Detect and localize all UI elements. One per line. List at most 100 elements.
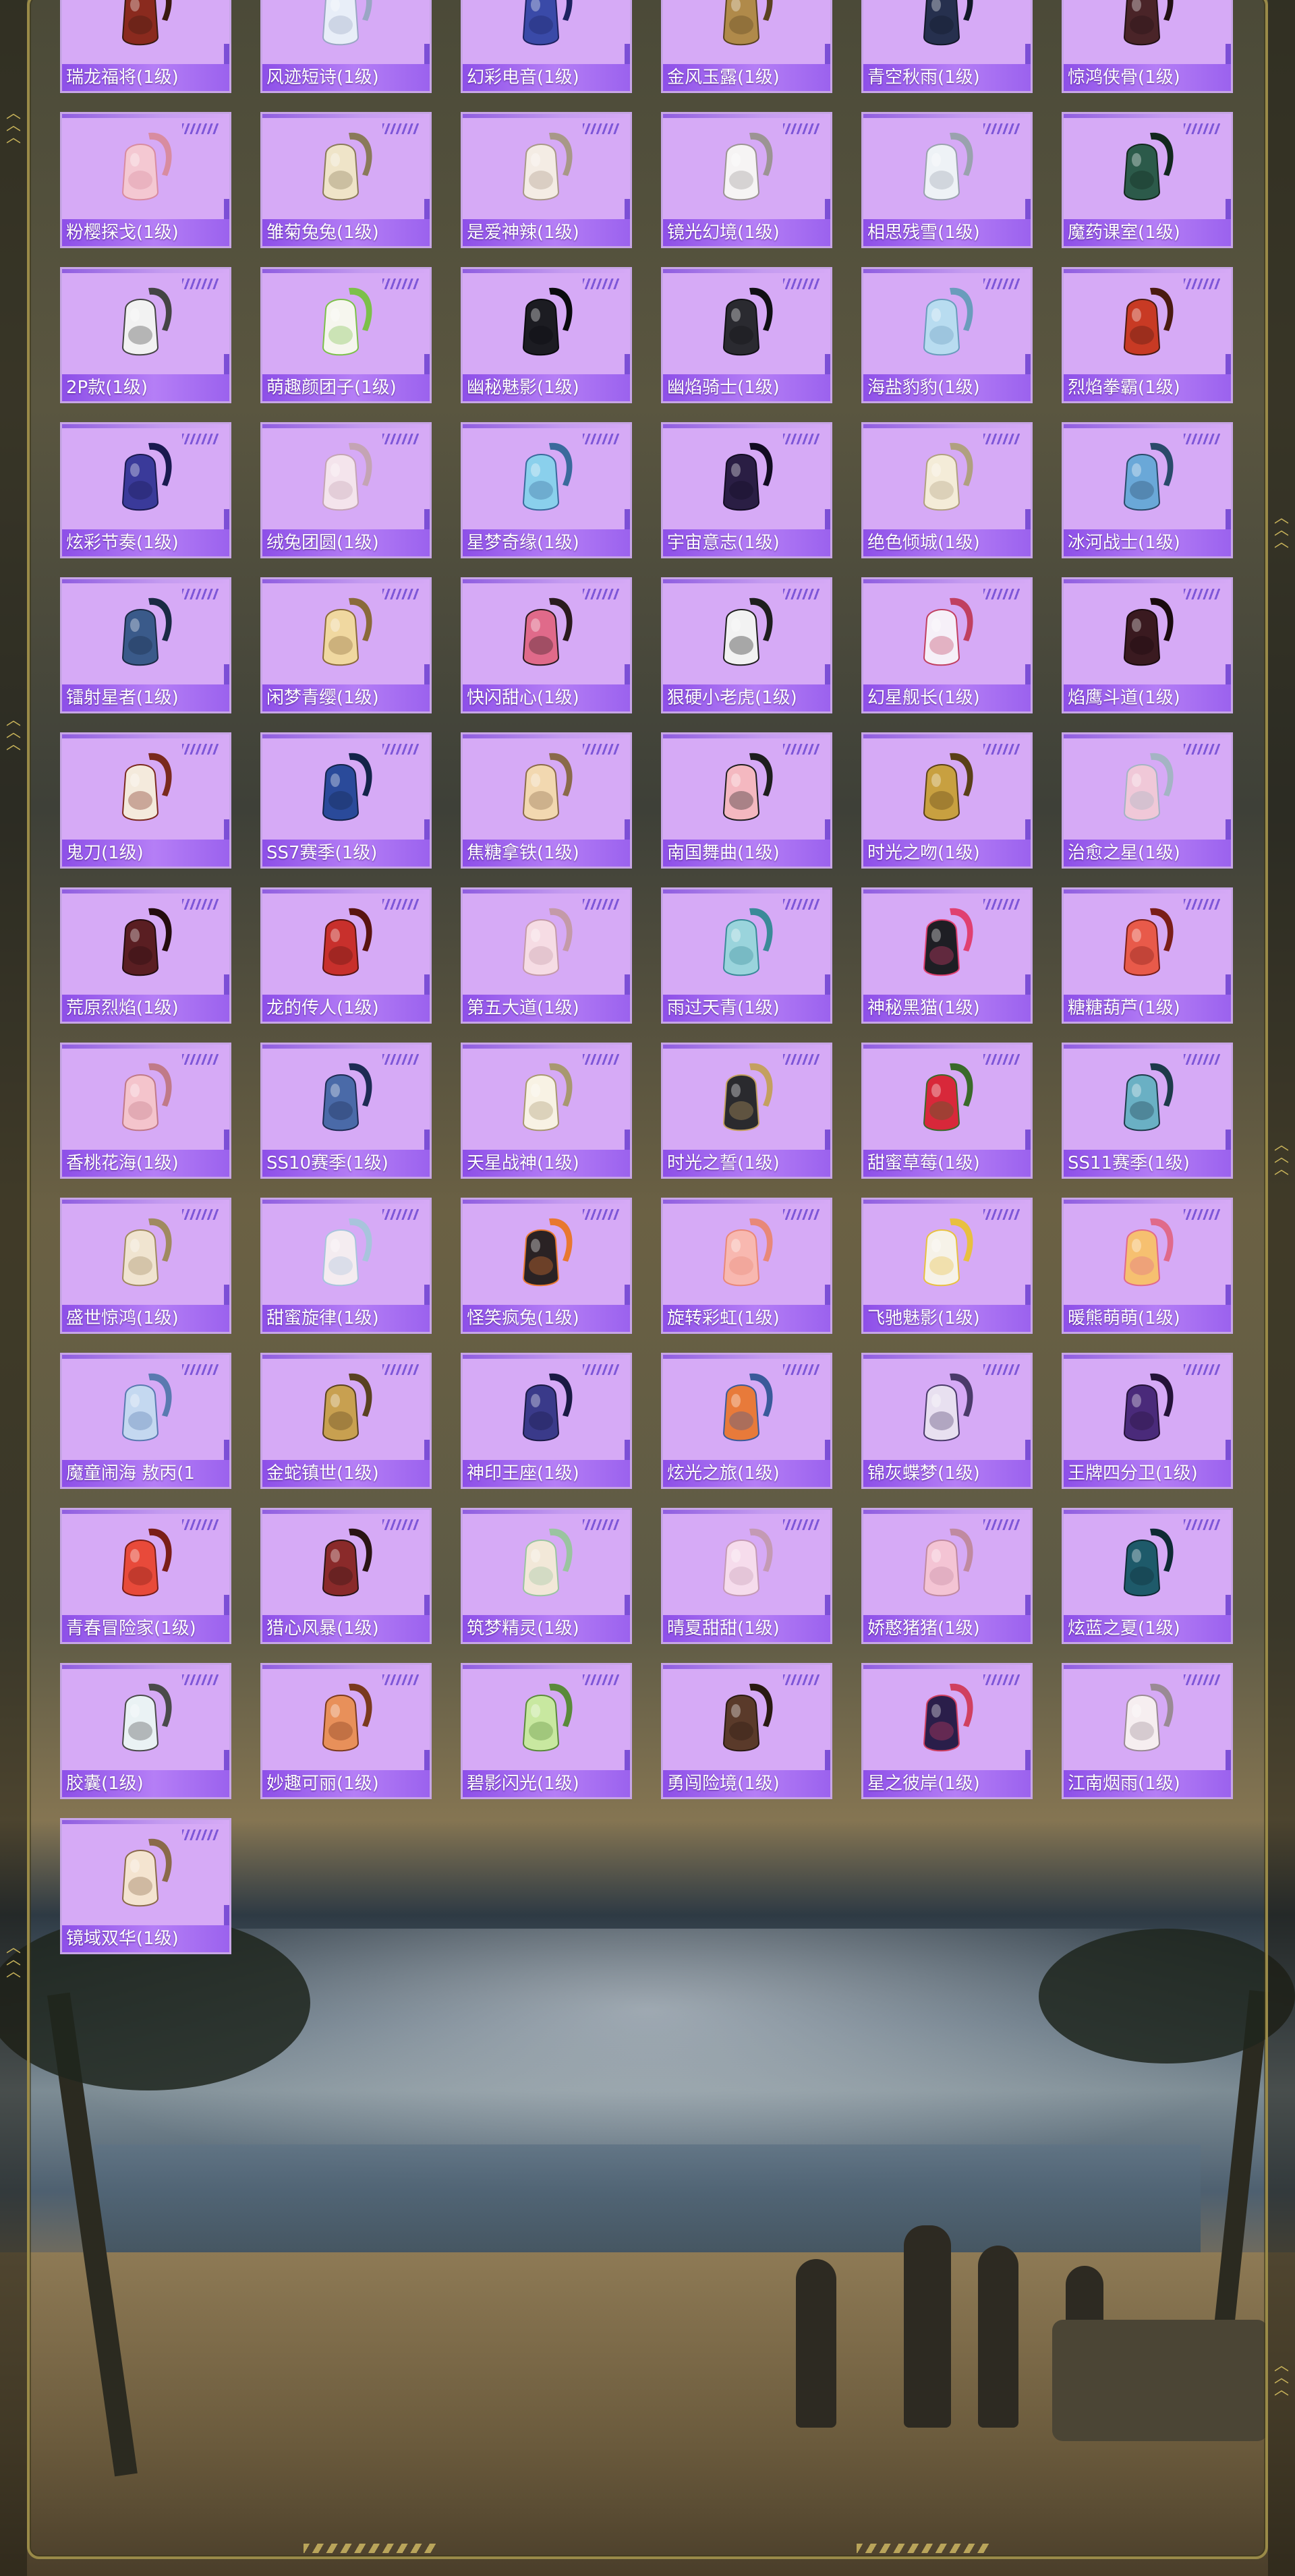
backpack-name: 江南烟雨(1级) <box>1064 1770 1231 1797</box>
backpack-card[interactable]: 青空秋雨(1级) <box>861 0 1033 93</box>
backpack-name: 狠硬小老虎(1级) <box>663 684 830 711</box>
backpack-card[interactable]: 甜蜜草莓(1级) <box>861 1043 1033 1179</box>
backpack-card[interactable]: 胶囊(1级) <box>60 1663 231 1799</box>
backpack-card[interactable]: 风迹短诗(1级) <box>260 0 432 93</box>
backpack-card[interactable]: 萌趣颜团子(1级) <box>260 267 432 403</box>
backpack-icon <box>322 1373 372 1442</box>
backpack-card[interactable]: 糖糖葫芦(1级) <box>1062 887 1233 1024</box>
backpack-card[interactable]: 暖熊萌萌(1级) <box>1062 1198 1233 1334</box>
backpack-card[interactable]: 焦糖拿铁(1级) <box>461 732 632 869</box>
backpack-card[interactable]: 时光之誓(1级) <box>661 1043 832 1179</box>
card-corner-accent <box>224 1750 229 1770</box>
backpack-card[interactable]: 粉樱探戈(1级) <box>60 112 231 248</box>
backpack-icon <box>322 287 372 356</box>
backpack-card[interactable]: 雨过天青(1级) <box>661 887 832 1024</box>
backpack-card[interactable]: 龙的传人(1级) <box>260 887 432 1024</box>
backpack-name: 甜蜜草莓(1级) <box>863 1150 1031 1177</box>
backpack-name: 镜光幻境(1级) <box>663 219 830 246</box>
backpack-card[interactable]: 魔童闹海 敖丙(1 <box>60 1353 231 1489</box>
backpack-card[interactable]: 天星战神(1级) <box>461 1043 632 1179</box>
backpack-card[interactable]: 相思残雪(1级) <box>861 112 1033 248</box>
backpack-card[interactable]: 幽秘魅影(1级) <box>461 267 632 403</box>
backpack-card[interactable]: 旋转彩虹(1级) <box>661 1198 832 1334</box>
backpack-card[interactable]: 海盐豹豹(1级) <box>861 267 1033 403</box>
backpack-card[interactable]: 娇憨猪猪(1级) <box>861 1508 1033 1644</box>
backpack-card[interactable]: 雏菊兔兔(1级) <box>260 112 432 248</box>
backpack-card[interactable]: 瑞龙福将(1级) <box>60 0 231 93</box>
backpack-card[interactable]: 镭射星者(1级) <box>60 577 231 713</box>
backpack-card[interactable]: 焰鹰斗道(1级) <box>1062 577 1233 713</box>
backpack-card[interactable]: SS10赛季(1级) <box>260 1043 432 1179</box>
backpack-card[interactable]: 碧影闪光(1级) <box>461 1663 632 1799</box>
backpack-card[interactable]: 惊鸿侠骨(1级) <box>1062 0 1233 93</box>
backpack-card[interactable]: 镜域双华(1级) <box>60 1818 231 1954</box>
backpack-card[interactable]: 江南烟雨(1级) <box>1062 1663 1233 1799</box>
card-stripe-decoration <box>983 589 1020 599</box>
card-top-bar <box>1064 114 1231 118</box>
backpack-card[interactable]: 快闪甜心(1级) <box>461 577 632 713</box>
backpack-card[interactable]: 治愈之星(1级) <box>1062 732 1233 869</box>
backpack-card[interactable]: 猎心风暴(1级) <box>260 1508 432 1644</box>
backpack-card[interactable]: 金风玉露(1级) <box>661 0 832 93</box>
card-corner-accent <box>224 1130 229 1150</box>
backpack-card[interactable]: 炫蓝之夏(1级) <box>1062 1508 1233 1644</box>
card-stripe-decoration <box>1184 1519 1220 1530</box>
card-stripe-decoration <box>783 1674 819 1685</box>
backpack-card[interactable]: 鬼刀(1级) <box>60 732 231 869</box>
backpack-icon <box>722 442 773 511</box>
backpack-card[interactable]: 怪笑疯兔(1级) <box>461 1198 632 1334</box>
backpack-icon <box>1123 1683 1174 1752</box>
card-corner-accent <box>825 354 830 374</box>
backpack-name: 治愈之星(1级) <box>1064 840 1231 867</box>
backpack-card[interactable]: 勇闯险境(1级) <box>661 1663 832 1799</box>
backpack-card[interactable]: 第五大道(1级) <box>461 887 632 1024</box>
backpack-icon <box>121 1218 172 1287</box>
backpack-card[interactable]: 晴夏甜甜(1级) <box>661 1508 832 1644</box>
backpack-card[interactable]: 神印王座(1级) <box>461 1353 632 1489</box>
backpack-icon <box>522 0 573 46</box>
backpack-card[interactable]: 冰河战士(1级) <box>1062 422 1233 558</box>
backpack-card[interactable]: 闲梦青缨(1级) <box>260 577 432 713</box>
backpack-name: 炫彩节奏(1级) <box>62 529 229 556</box>
card-top-bar <box>1064 424 1231 428</box>
backpack-card[interactable]: 魔药课室(1级) <box>1062 112 1233 248</box>
backpack-card[interactable]: 时光之吻(1级) <box>861 732 1033 869</box>
backpack-card[interactable]: 2P款(1级) <box>60 267 231 403</box>
backpack-card[interactable]: 盛世惊鸿(1级) <box>60 1198 231 1334</box>
backpack-card[interactable]: 筑梦精灵(1级) <box>461 1508 632 1644</box>
card-stripe-decoration <box>382 1364 419 1375</box>
backpack-card[interactable]: 炫光之旅(1级) <box>661 1353 832 1489</box>
backpack-card[interactable]: 幻彩电音(1级) <box>461 0 632 93</box>
backpack-card[interactable]: 王牌四分卫(1级) <box>1062 1353 1233 1489</box>
backpack-card[interactable]: 星之彼岸(1级) <box>861 1663 1033 1799</box>
backpack-card[interactable]: 是爱神辣(1级) <box>461 112 632 248</box>
backpack-card[interactable]: 宇宙意志(1级) <box>661 422 832 558</box>
backpack-card[interactable]: 烈焰拳霸(1级) <box>1062 267 1233 403</box>
backpack-card[interactable]: SS11赛季(1级) <box>1062 1043 1233 1179</box>
card-corner-accent <box>1025 1440 1031 1460</box>
backpack-card[interactable]: 幽焰骑士(1级) <box>661 267 832 403</box>
backpack-card[interactable]: 星梦奇缘(1级) <box>461 422 632 558</box>
backpack-card[interactable]: 炫彩节奏(1级) <box>60 422 231 558</box>
card-stripe-decoration <box>783 589 819 599</box>
card-stripe-decoration <box>182 1209 219 1220</box>
card-top-bar <box>1064 1045 1231 1049</box>
backpack-card[interactable]: 南国舞曲(1级) <box>661 732 832 869</box>
backpack-card[interactable]: 镜光幻境(1级) <box>661 112 832 248</box>
backpack-card[interactable]: 狠硬小老虎(1级) <box>661 577 832 713</box>
backpack-card[interactable]: 飞驰魅影(1级) <box>861 1198 1033 1334</box>
backpack-card[interactable]: 绒兔团圆(1级) <box>260 422 432 558</box>
card-top-bar <box>863 269 1031 273</box>
backpack-card[interactable]: 锦灰蝶梦(1级) <box>861 1353 1033 1489</box>
backpack-card[interactable]: 绝色倾城(1级) <box>861 422 1033 558</box>
backpack-card[interactable]: 香桃花海(1级) <box>60 1043 231 1179</box>
backpack-card[interactable]: SS7赛季(1级) <box>260 732 432 869</box>
backpack-card[interactable]: 妙趣可丽(1级) <box>260 1663 432 1799</box>
backpack-card[interactable]: 神秘黑猫(1级) <box>861 887 1033 1024</box>
backpack-card[interactable]: 荒原烈焰(1级) <box>60 887 231 1024</box>
backpack-card[interactable]: 甜蜜旋律(1级) <box>260 1198 432 1334</box>
backpack-card[interactable]: 幻星舰长(1级) <box>861 577 1033 713</box>
backpack-card[interactable]: 金蛇镇世(1级) <box>260 1353 432 1489</box>
backpack-card[interactable]: 青春冒险家(1级) <box>60 1508 231 1644</box>
backpack-icon <box>722 132 773 201</box>
